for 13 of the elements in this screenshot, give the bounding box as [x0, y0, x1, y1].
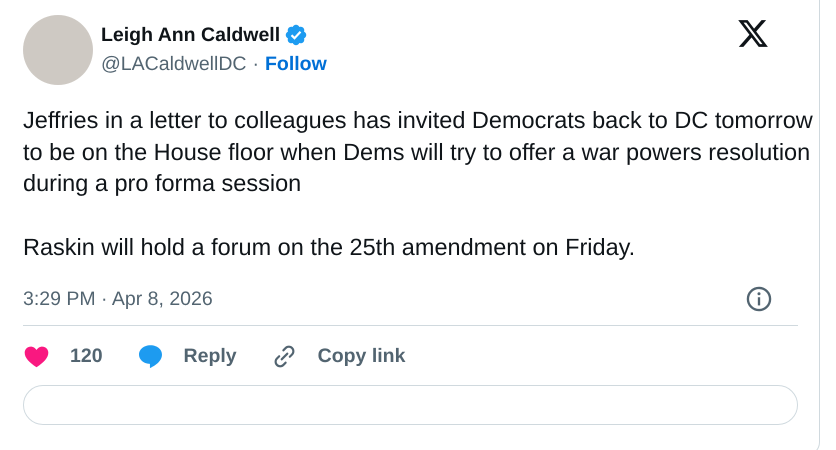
- follow-link[interactable]: Follow: [265, 53, 327, 76]
- info-icon[interactable]: [745, 285, 773, 313]
- tweet-timestamp[interactable]: 3:29 PM · Apr 8, 2026: [23, 288, 213, 310]
- like-button[interactable]: 120: [23, 343, 103, 370]
- separator-dot: ·: [252, 53, 260, 76]
- verified-badge-icon: [284, 23, 308, 47]
- copy-button[interactable]: Copy link: [270, 343, 406, 370]
- author-handle[interactable]: @LACaldwellDC: [101, 53, 247, 76]
- author-name[interactable]: Leigh Ann Caldwell: [101, 24, 280, 46]
- reply-button[interactable]: Reply: [136, 343, 237, 370]
- tweet-text: Raskin will hold a forum on the 25th amendment on Friday.: [23, 232, 636, 262]
- tweet-text: Jeffries in a letter to colleagues has invited Democrats back to DC tomorrow to be on the House floor when Dems will try to offer a war powers resolution during a pro forma session: [23, 106, 814, 198]
- speech-bubble-icon: [136, 343, 164, 370]
